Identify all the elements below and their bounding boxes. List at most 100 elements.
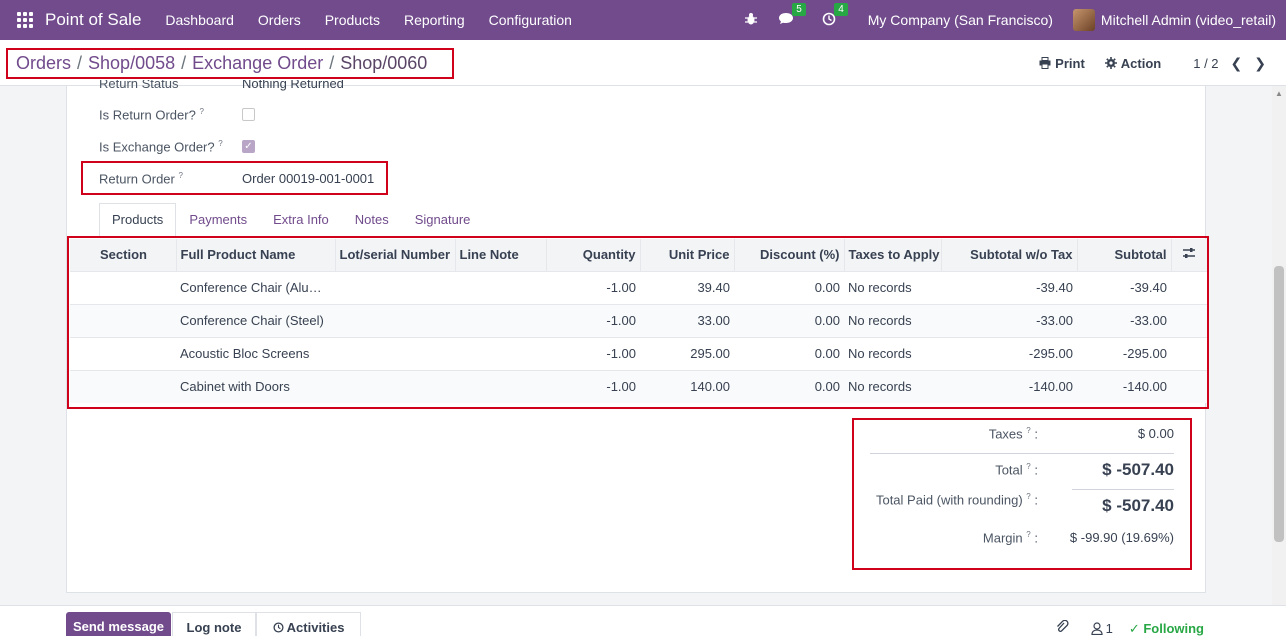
following-label: Following: [1143, 620, 1204, 636]
table-row[interactable]: Cabinet with Doors -1.00 140.00 0.00 No …: [70, 369, 1207, 403]
cell-subtotal-wo-tax: -140.00: [941, 369, 1077, 403]
is-return-checkbox[interactable]: [242, 108, 255, 122]
log-note-button[interactable]: Log note: [172, 612, 256, 636]
col-discount[interactable]: Discount (%): [734, 239, 845, 271]
return-order-label-wrap: Return Order ?: [99, 171, 242, 186]
cell-subtotal: -295.00: [1077, 336, 1171, 370]
followers-button[interactable]: 1: [1090, 621, 1113, 636]
print-button[interactable]: Print: [1039, 56, 1085, 71]
page-scrollbar[interactable]: ▲: [1272, 86, 1286, 605]
check-icon: ✓: [1128, 620, 1140, 636]
return-status-value: Nothing Returned: [242, 80, 344, 91]
help-icon[interactable]: ?: [1026, 426, 1030, 435]
help-icon[interactable]: ?: [179, 171, 183, 180]
return-order-label: Return Order: [99, 171, 175, 187]
pager-value[interactable]: 1 / 2: [1193, 56, 1218, 71]
following-button[interactable]: ✓ Following: [1129, 621, 1204, 636]
total-paid-label: Total Paid (with rounding): [875, 492, 1023, 508]
breadcrumb-shop-0058[interactable]: Shop/0058: [88, 53, 175, 74]
user-avatar[interactable]: [1072, 9, 1095, 31]
col-full-product-name[interactable]: Full Product Name: [176, 239, 336, 271]
breadcrumb-separator: /: [77, 53, 83, 73]
col-taxes[interactable]: Taxes to Apply: [844, 239, 942, 271]
help-icon[interactable]: ?: [199, 107, 203, 116]
cell-unit-price: 33.00: [640, 303, 734, 337]
menu-dashboard[interactable]: Dashboard: [153, 12, 246, 28]
is-exchange-label: Is Exchange Order?: [99, 139, 215, 155]
pager-next-icon[interactable]: ❯: [1254, 55, 1266, 72]
col-quantity[interactable]: Quantity: [546, 239, 641, 271]
col-unit-price[interactable]: Unit Price: [640, 239, 735, 271]
pager-previous-icon[interactable]: ❮: [1231, 55, 1243, 72]
apps-menu-icon[interactable]: [17, 12, 33, 28]
clock-icon: [272, 622, 284, 633]
totals-divider: [870, 453, 1174, 454]
breadcrumb-orders[interactable]: Orders: [16, 53, 71, 74]
is-return-label-wrap: Is Return Order? ?: [99, 107, 242, 122]
cell-taxes: No records: [844, 270, 941, 304]
user-menu[interactable]: Mitchell Admin (video_retail): [1101, 12, 1276, 28]
col-subtotal-wo-tax[interactable]: Subtotal w/o Tax: [941, 239, 1078, 271]
taxes-label: Taxes: [988, 426, 1023, 442]
tab-notes[interactable]: Notes: [342, 203, 402, 237]
cell-subtotal-wo-tax: -33.00: [941, 303, 1077, 337]
company-switcher[interactable]: My Company (San Francisco): [868, 12, 1053, 28]
cell-discount: 0.00: [734, 270, 844, 304]
total-paid-value: $ -507.40: [1102, 496, 1174, 515]
return-order-value[interactable]: Order 00019-001-0001: [242, 171, 374, 186]
cell-product: Acoustic Bloc Screens: [176, 336, 335, 370]
cell-subtotal: -33.00: [1077, 303, 1171, 337]
scrollbar-thumb[interactable]: [1274, 266, 1284, 542]
cell-quantity: -1.00: [546, 336, 640, 370]
table-row[interactable]: Conference Chair (Aluminium) -1.00 39.40…: [70, 270, 1207, 304]
send-message-button[interactable]: Send message: [66, 612, 171, 636]
help-icon[interactable]: ?: [1026, 530, 1030, 539]
activities-label: Activities: [286, 620, 345, 635]
col-subtotal[interactable]: Subtotal: [1077, 239, 1172, 271]
cell-taxes: No records: [844, 369, 941, 403]
scroll-up-icon[interactable]: ▲: [1275, 89, 1283, 98]
app-name[interactable]: Point of Sale: [45, 10, 141, 30]
messages-icon[interactable]: 5: [778, 2, 806, 29]
debug-bug-icon[interactable]: [744, 12, 758, 29]
activities-clock-icon[interactable]: 4: [822, 2, 848, 29]
chatter-followers: 1 ✓ Following: [1055, 619, 1204, 636]
activities-button[interactable]: Activities: [256, 612, 361, 636]
messages-badge: 5: [792, 2, 806, 16]
col-section[interactable]: Section: [70, 239, 177, 271]
cell-taxes: No records: [844, 303, 941, 337]
tab-payments[interactable]: Payments: [176, 203, 260, 237]
is-return-field: Is Return Order? ?: [99, 107, 255, 122]
breadcrumb: Orders / Shop/0058 / Exchange Order / Sh…: [6, 48, 454, 79]
is-exchange-checkbox[interactable]: ✓: [242, 140, 255, 154]
menu-products[interactable]: Products: [313, 12, 392, 28]
cell-unit-price: 39.40: [640, 270, 734, 304]
menu-reporting[interactable]: Reporting: [392, 12, 477, 28]
activities-badge: 4: [834, 2, 848, 16]
menu-orders[interactable]: Orders: [246, 12, 313, 28]
chatter-bar: Send message Log note Activities 1 ✓ Fol…: [0, 605, 1286, 636]
col-line-note[interactable]: Line Note: [455, 239, 547, 271]
tab-products[interactable]: Products: [99, 203, 177, 237]
col-lot-serial[interactable]: Lot/serial Number: [335, 239, 456, 271]
menu-configuration[interactable]: Configuration: [477, 12, 584, 28]
table-row[interactable]: Conference Chair (Steel) -1.00 33.00 0.0…: [70, 303, 1207, 337]
tab-extra-info[interactable]: Extra Info: [260, 203, 342, 237]
table-row[interactable]: Acoustic Bloc Screens -1.00 295.00 0.00 …: [70, 336, 1207, 370]
breadcrumb-current: Shop/0060: [340, 53, 428, 73]
tab-signature[interactable]: Signature: [402, 203, 484, 237]
margin-value: $ -99.90 (19.69%): [1069, 530, 1174, 545]
help-icon[interactable]: ?: [1026, 492, 1030, 501]
gear-icon: [1104, 57, 1117, 69]
cell-subtotal: -39.40: [1077, 270, 1171, 304]
help-icon[interactable]: ?: [1026, 462, 1030, 471]
total-label-wrap: Total ? :: [854, 460, 1038, 480]
help-icon[interactable]: ?: [218, 139, 222, 148]
sliders-icon: [1183, 248, 1196, 259]
optional-columns-toggle[interactable]: [1171, 239, 1207, 271]
paperclip-icon[interactable]: [1055, 619, 1069, 636]
printer-icon: [1039, 57, 1051, 69]
breadcrumb-exchange-order[interactable]: Exchange Order: [192, 53, 323, 74]
action-button[interactable]: Action: [1104, 56, 1161, 71]
margin-row: Margin ? : $ -99.90 (19.69%): [854, 530, 1190, 545]
